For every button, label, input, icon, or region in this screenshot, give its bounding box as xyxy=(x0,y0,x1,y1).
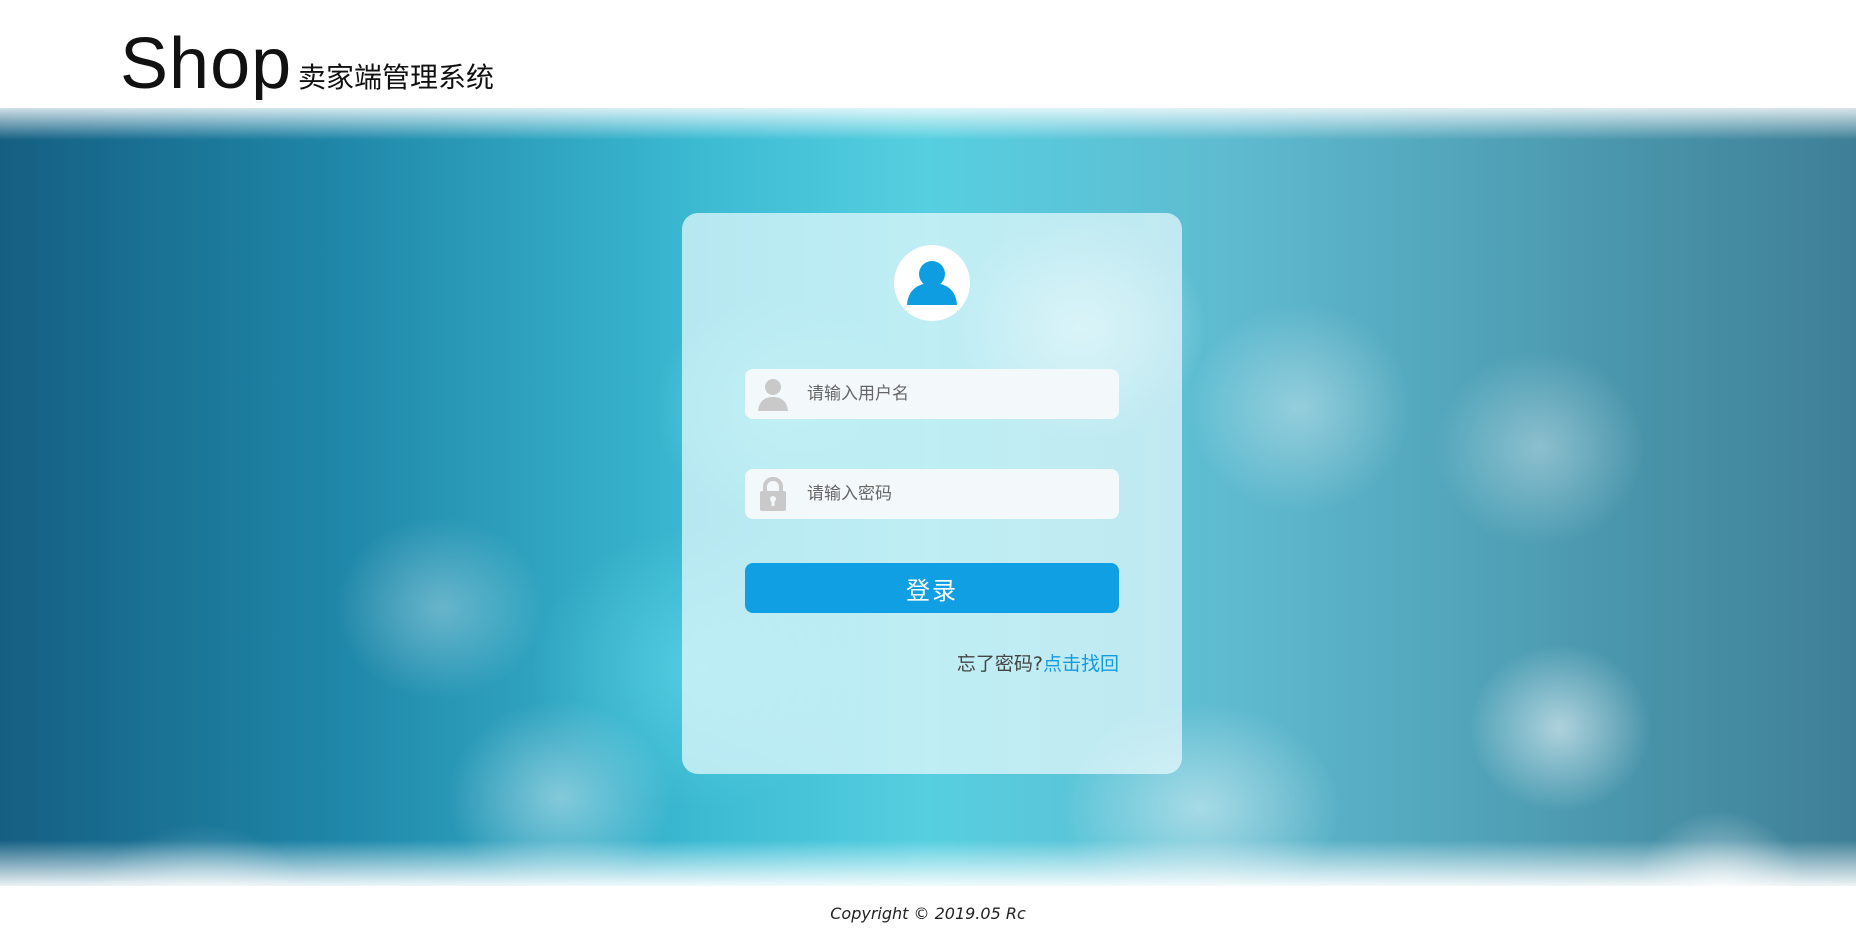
forgot-password-text: 忘了密码? xyxy=(956,653,1043,675)
user-icon xyxy=(755,375,791,413)
user-avatar-icon xyxy=(894,245,970,321)
recover-password-link[interactable]: 点击找回 xyxy=(1043,653,1119,675)
password-input[interactable] xyxy=(807,469,1107,519)
password-field[interactable] xyxy=(745,469,1119,519)
system-subtitle: 卖家端管理系统 xyxy=(298,61,495,94)
login-card: 登录 忘了密码?点击找回 xyxy=(682,213,1182,774)
username-input[interactable] xyxy=(807,369,1107,419)
forgot-password: 忘了密码?点击找回 xyxy=(957,649,1119,676)
username-field[interactable] xyxy=(745,369,1119,419)
background-fade-bottom xyxy=(0,840,1856,890)
lock-icon xyxy=(755,475,791,513)
copyright: Copyright © 2019.05 Rc xyxy=(830,904,1026,923)
brand-logo: Shop xyxy=(120,24,293,104)
page-header: Shop 卖家端管理系统 xyxy=(0,0,1856,110)
background-fade-top xyxy=(0,100,1856,140)
login-button[interactable]: 登录 xyxy=(745,563,1119,613)
